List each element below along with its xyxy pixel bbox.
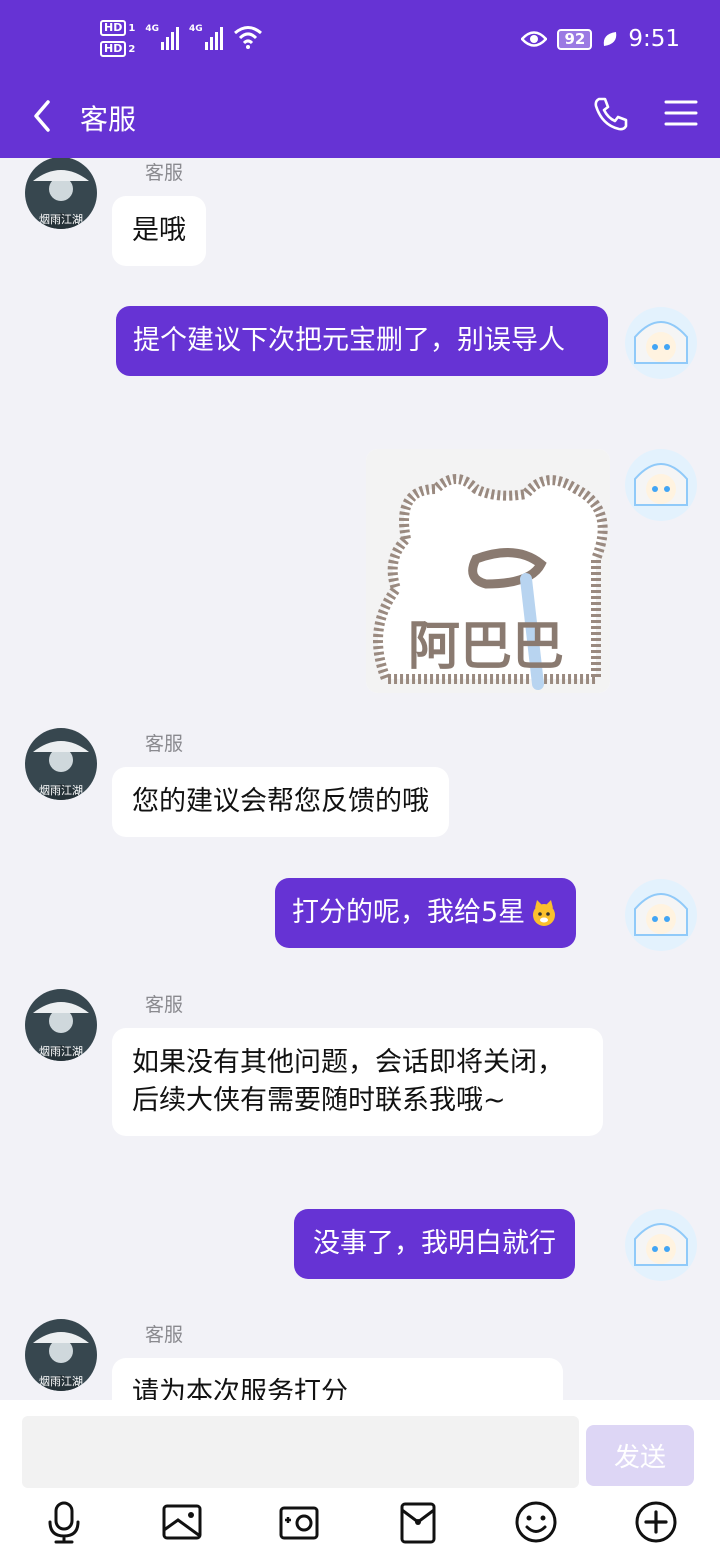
sticker-image[interactable]: 阿巴巴 bbox=[366, 449, 610, 693]
my-avatar[interactable] bbox=[625, 879, 697, 951]
clock: 9:51 bbox=[628, 26, 680, 52]
agent-message-bubble[interactable]: 是哦 bbox=[112, 196, 206, 266]
my-avatar[interactable] bbox=[625, 307, 697, 379]
signal-icon-2: 4G bbox=[189, 20, 223, 50]
sender-name: 客服 bbox=[145, 162, 184, 184]
agent-avatar[interactable]: 烟雨江湖 bbox=[25, 728, 97, 800]
cat-emoji-icon bbox=[533, 900, 556, 926]
top-bar: HD 1 HD 2 4G 4G 92 9:51 客服 bbox=[0, 0, 720, 158]
leaf-icon bbox=[604, 32, 617, 46]
status-right: 92 9:51 bbox=[521, 26, 680, 52]
svg-text:烟雨江湖: 烟雨江湖 bbox=[39, 1044, 83, 1058]
hd-badge-2: HD bbox=[100, 41, 127, 57]
my-avatar[interactable] bbox=[625, 449, 697, 521]
agent-avatar[interactable]: 烟雨江湖 bbox=[25, 1319, 97, 1391]
back-arrow-icon[interactable] bbox=[24, 96, 64, 136]
sender-name: 客服 bbox=[145, 733, 184, 755]
emoji-icon[interactable] bbox=[514, 1500, 558, 1544]
signal-group: HD 1 HD 2 4G 4G bbox=[100, 20, 263, 57]
svg-text:烟雨江湖: 烟雨江湖 bbox=[39, 212, 83, 226]
hd-badge-1: HD bbox=[100, 20, 127, 36]
status-bar: HD 1 HD 2 4G 4G 92 9:51 bbox=[0, 0, 720, 84]
nav-bar: 客服 bbox=[0, 84, 720, 158]
agent-message-bubble[interactable]: 请为本次服务打分 bbox=[112, 1358, 563, 1400]
battery-icon: 92 bbox=[557, 28, 593, 50]
svg-text:烟雨江湖: 烟雨江湖 bbox=[39, 783, 83, 797]
chat-list[interactable]: 烟雨江湖 客服 是哦 提个建议下次把元宝删了，别误导人 阿巴巴 烟雨江湖 客服 … bbox=[0, 158, 720, 1400]
send-button[interactable]: 发送 bbox=[586, 1425, 694, 1486]
agent-message-bubble[interactable]: 您的建议会帮您反馈的哦 bbox=[112, 767, 449, 837]
message-input[interactable] bbox=[22, 1416, 579, 1488]
composer: 发送 bbox=[0, 1400, 720, 1560]
agent-avatar[interactable]: 烟雨江湖 bbox=[25, 989, 97, 1061]
agent-message-bubble[interactable]: 如果没有其他问题，会话即将关闭，后续大侠有需要随时联系我哦~ bbox=[112, 1028, 603, 1136]
my-message-bubble[interactable]: 提个建议下次把元宝删了，别误导人 bbox=[116, 306, 608, 376]
my-message-bubble[interactable]: 没事了，我明白就行 bbox=[294, 1209, 575, 1279]
wifi-icon bbox=[233, 26, 262, 49]
image-icon[interactable] bbox=[160, 1500, 204, 1544]
svg-text:阿巴巴: 阿巴巴 bbox=[408, 617, 564, 677]
phone-icon[interactable] bbox=[590, 94, 630, 134]
menu-icon[interactable] bbox=[664, 96, 698, 130]
camera-icon[interactable] bbox=[277, 1500, 321, 1544]
page-title: 客服 bbox=[80, 103, 137, 136]
sender-name: 客服 bbox=[145, 994, 184, 1016]
signal-icon-1: 4G bbox=[145, 20, 179, 50]
microphone-icon[interactable] bbox=[42, 1500, 86, 1544]
agent-avatar[interactable]: 烟雨江湖 bbox=[25, 158, 97, 229]
eye-icon bbox=[521, 31, 548, 47]
add-icon[interactable] bbox=[634, 1500, 678, 1544]
red-packet-icon[interactable] bbox=[396, 1500, 440, 1544]
my-avatar[interactable] bbox=[625, 1209, 697, 1281]
svg-text:烟雨江湖: 烟雨江湖 bbox=[39, 1374, 83, 1388]
my-message-bubble[interactable]: 打分的呢，我给5星 bbox=[275, 878, 577, 948]
sender-name: 客服 bbox=[145, 1324, 184, 1346]
